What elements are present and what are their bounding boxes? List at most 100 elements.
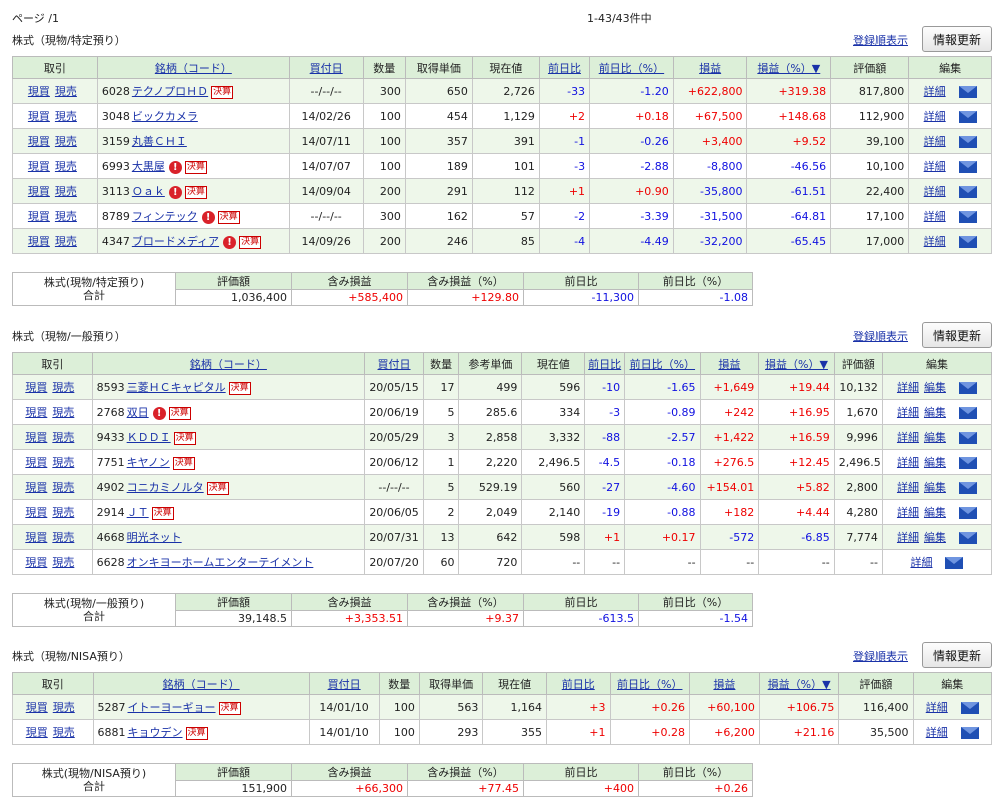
edit-link[interactable]: 編集 <box>924 504 946 520</box>
stock-name-link[interactable]: コニカミノルタ <box>127 481 204 494</box>
sell-link[interactable]: 現売 <box>52 429 74 445</box>
mail-icon[interactable] <box>958 161 977 173</box>
mail-icon[interactable] <box>958 457 977 469</box>
earnings-badge[interactable]: 決算 <box>151 506 174 520</box>
column-header[interactable]: 銘柄（コード） <box>96 56 290 79</box>
stock-name-link[interactable]: イトーヨーギョー <box>128 701 216 714</box>
detail-link[interactable]: 詳細 <box>897 529 919 545</box>
buy-link[interactable]: 現買 <box>26 724 48 740</box>
edit-link[interactable]: 編集 <box>924 454 946 470</box>
column-header[interactable]: 損益（%）▼ <box>746 56 832 79</box>
detail-link[interactable]: 詳細 <box>924 208 946 224</box>
alert-icon[interactable]: ! <box>168 160 182 174</box>
buy-link[interactable]: 現買 <box>26 699 48 715</box>
mail-icon[interactable] <box>958 407 977 419</box>
sell-link[interactable]: 現売 <box>52 454 74 470</box>
stock-name-link[interactable]: オンキヨーホームエンターテイメント <box>127 556 314 569</box>
registration-order-link[interactable]: 登録順表示 <box>853 328 908 344</box>
stock-name-link[interactable]: 丸善ＣＨＩ <box>132 135 187 148</box>
buy-link[interactable]: 現買 <box>28 233 50 249</box>
detail-link[interactable]: 詳細 <box>926 699 948 715</box>
detail-link[interactable]: 詳細 <box>897 429 919 445</box>
column-header[interactable]: 前日比（%） <box>624 352 701 375</box>
detail-link[interactable]: 詳細 <box>897 479 919 495</box>
alert-icon[interactable]: ! <box>152 406 166 420</box>
sell-link[interactable]: 現売 <box>53 699 75 715</box>
stock-name-link[interactable]: フィンテック <box>132 210 198 223</box>
mail-icon[interactable] <box>958 507 977 519</box>
sell-link[interactable]: 現売 <box>55 108 77 124</box>
sell-link[interactable]: 現売 <box>55 233 77 249</box>
earnings-badge[interactable]: 決算 <box>206 481 229 495</box>
buy-link[interactable]: 現買 <box>28 183 50 199</box>
detail-link[interactable]: 詳細 <box>897 379 919 395</box>
detail-link[interactable]: 詳細 <box>924 183 946 199</box>
earnings-badge[interactable]: 決算 <box>217 210 240 224</box>
buy-link[interactable]: 現買 <box>25 404 47 420</box>
stock-name-link[interactable]: ビックカメラ <box>132 110 198 123</box>
buy-link[interactable]: 現買 <box>28 208 50 224</box>
sell-link[interactable]: 現売 <box>55 158 77 174</box>
alert-icon[interactable]: ! <box>201 210 215 224</box>
detail-link[interactable]: 詳細 <box>924 133 946 149</box>
column-header[interactable]: 損益 <box>688 672 760 695</box>
column-header[interactable]: 前日比（%） <box>609 672 690 695</box>
stock-name-link[interactable]: 双日 <box>127 406 149 419</box>
column-header[interactable]: 前日比 <box>538 56 591 79</box>
column-header[interactable]: 損益（%）▼ <box>758 352 835 375</box>
refresh-button[interactable]: 情報更新 <box>922 26 992 52</box>
buy-link[interactable]: 現買 <box>28 83 50 99</box>
edit-link[interactable]: 編集 <box>924 529 946 545</box>
detail-link[interactable]: 詳細 <box>924 233 946 249</box>
column-header[interactable]: 銘柄（コード） <box>92 672 310 695</box>
column-header[interactable]: 損益 <box>672 56 748 79</box>
mail-icon[interactable] <box>958 236 977 248</box>
mail-icon[interactable] <box>958 482 977 494</box>
mail-icon[interactable] <box>958 136 977 148</box>
buy-link[interactable]: 現買 <box>25 379 47 395</box>
mail-icon[interactable] <box>958 211 977 223</box>
column-header[interactable]: 前日比 <box>584 352 626 375</box>
sell-link[interactable]: 現売 <box>52 379 74 395</box>
detail-link[interactable]: 詳細 <box>924 108 946 124</box>
edit-link[interactable]: 編集 <box>924 404 946 420</box>
earnings-badge[interactable]: 決算 <box>218 701 241 715</box>
earnings-badge[interactable]: 決算 <box>184 160 207 174</box>
sell-link[interactable]: 現売 <box>52 504 74 520</box>
sell-link[interactable]: 現売 <box>52 554 74 570</box>
sell-link[interactable]: 現売 <box>53 724 75 740</box>
buy-link[interactable]: 現買 <box>25 554 47 570</box>
edit-link[interactable]: 編集 <box>924 479 946 495</box>
mail-icon[interactable] <box>958 532 977 544</box>
buy-link[interactable]: 現買 <box>25 454 47 470</box>
mail-icon[interactable] <box>945 557 964 569</box>
mail-icon[interactable] <box>960 702 979 714</box>
earnings-badge[interactable]: 決算 <box>184 185 207 199</box>
detail-link[interactable]: 詳細 <box>924 158 946 174</box>
detail-link[interactable]: 詳細 <box>897 404 919 420</box>
detail-link[interactable]: 詳細 <box>926 724 948 740</box>
column-header[interactable]: 前日比（%） <box>589 56 674 79</box>
buy-link[interactable]: 現買 <box>25 479 47 495</box>
registration-order-link[interactable]: 登録順表示 <box>853 648 908 664</box>
mail-icon[interactable] <box>960 727 979 739</box>
earnings-badge[interactable]: 決算 <box>172 456 195 470</box>
stock-name-link[interactable]: キョウデン <box>128 726 183 739</box>
detail-link[interactable]: 詳細 <box>910 554 932 570</box>
stock-name-link[interactable]: ＪＴ <box>127 506 149 519</box>
alert-icon[interactable]: ! <box>223 235 237 249</box>
refresh-button[interactable]: 情報更新 <box>922 322 992 348</box>
mail-icon[interactable] <box>958 382 977 394</box>
buy-link[interactable]: 現買 <box>28 158 50 174</box>
stock-name-link[interactable]: 三菱ＨＣキャピタル <box>127 381 226 394</box>
stock-name-link[interactable]: Ｏａｋ <box>132 185 165 198</box>
column-header[interactable]: 買付日 <box>364 352 424 375</box>
mail-icon[interactable] <box>958 111 977 123</box>
column-header[interactable]: 銘柄（コード） <box>91 352 366 375</box>
stock-name-link[interactable]: 明光ネット <box>127 531 182 544</box>
detail-link[interactable]: 詳細 <box>897 454 919 470</box>
sell-link[interactable]: 現売 <box>52 479 74 495</box>
earnings-badge[interactable]: 決算 <box>239 235 262 249</box>
column-header[interactable]: 買付日 <box>308 672 380 695</box>
earnings-badge[interactable]: 決算 <box>173 431 196 445</box>
